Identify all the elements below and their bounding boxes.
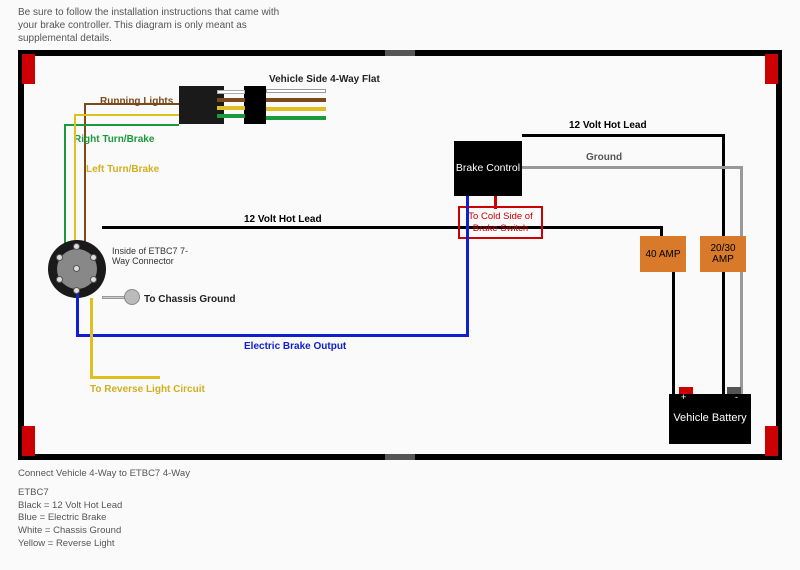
legend-blue: Blue = Electric Brake — [18, 512, 190, 525]
wire-brake-blue-v — [466, 196, 469, 336]
wire-hot-lead-mid — [102, 226, 662, 229]
wire-reverse-h — [90, 376, 160, 379]
wire-hot-lead-top-v — [722, 134, 725, 239]
fuse-40amp: 40 AMP — [640, 236, 686, 272]
wire-2030-down — [722, 272, 725, 397]
brake-control-box: Brake Control — [454, 141, 522, 196]
top-instruction-note: Be sure to follow the installation instr… — [18, 6, 298, 45]
corner-marker — [22, 426, 35, 456]
wire-ground — [522, 166, 742, 169]
wire-brake-blue-up — [76, 294, 79, 337]
wire-left-turn — [74, 114, 179, 116]
corner-marker — [22, 54, 35, 84]
legend-title: Connect Vehicle 4-Way to ETBC7 4-Way — [18, 468, 190, 481]
chassis-ground-label: To Chassis Ground — [144, 294, 236, 305]
connector-inside-label: Inside of ETBC7 7-Way Connector — [112, 246, 192, 266]
wire-brake-blue-h — [76, 334, 469, 337]
ground-label: Ground — [586, 152, 622, 163]
four-way-mate — [244, 86, 266, 124]
frame-mid-marker — [385, 454, 415, 460]
corner-marker — [765, 426, 778, 456]
left-turn-label: Left Turn/Brake — [86, 164, 159, 175]
wire-40amp-down — [672, 272, 675, 397]
legend-yellow: Yellow = Reverse Light — [18, 538, 190, 551]
electric-brake-label: Electric Brake Output — [244, 341, 346, 352]
legend-black: Black = 12 Volt Hot Lead — [18, 500, 190, 513]
legend-block: Connect Vehicle 4-Way to ETBC7 4-Way ETB… — [18, 468, 190, 551]
hot-lead-mid-label: 12 Volt Hot Lead — [244, 214, 322, 225]
wire-right-turn — [64, 124, 179, 126]
four-way-wires — [266, 89, 326, 125]
chassis-ground-lug — [124, 289, 140, 305]
wire-running-lights — [84, 103, 179, 105]
battery-label: Vehicle Battery — [673, 412, 746, 425]
legend-name: ETBC7 — [18, 487, 190, 500]
reverse-light-label: To Reverse Light Circuit — [90, 384, 205, 395]
battery-negative — [727, 387, 741, 394]
vehicle-4way-label: Vehicle Side 4-Way Flat — [269, 74, 380, 85]
right-turn-label: Right Turn/Brake — [74, 134, 154, 145]
fuse-2030amp: 20/30 AMP — [700, 236, 746, 272]
wire-hot-lead-top — [522, 134, 722, 137]
hot-lead-top-label: 12 Volt Hot Lead — [569, 120, 647, 131]
wire-right-turn-v — [64, 124, 66, 254]
vehicle-battery: Vehicle Battery + - — [669, 394, 751, 444]
frame-mid-marker — [385, 50, 415, 56]
corner-marker — [765, 54, 778, 84]
legend-white: White = Chassis Ground — [18, 525, 190, 538]
vehicle-frame: Vehicle Side 4-Way Flat Running Lights R… — [18, 50, 782, 460]
wire-ground-v — [740, 166, 743, 394]
seven-way-connector — [48, 240, 106, 298]
wire-reverse-v — [90, 298, 93, 378]
cold-side-box: To Cold Side of Brake Switch — [458, 206, 543, 239]
running-lights-label: Running Lights — [100, 96, 173, 107]
